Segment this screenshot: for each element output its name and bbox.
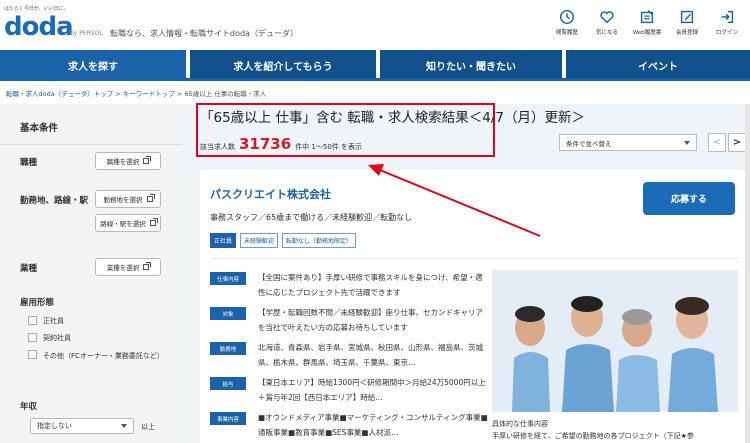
job-type-label: 職種 xyxy=(20,158,38,168)
photo-caption: 具体的な仕事内容 手厚い研修を経て、ご希望の勤務地の各プロジェクト（下記★参 xyxy=(492,420,694,440)
nav-register[interactable]: 会員登録 xyxy=(668,8,706,42)
checkbox[interactable] xyxy=(28,316,37,325)
staff-photo-illustration xyxy=(492,270,738,412)
external-link-icon xyxy=(143,156,152,164)
detail-row: 仕事内容 【全国に案件あり】手厚い研修で事務スキルを身につけ、希望・適性に応じた… xyxy=(210,270,490,300)
tab-get-introduced[interactable]: 求人を紹介してもらう xyxy=(186,50,376,80)
tag: 未経験歓迎 xyxy=(240,233,279,248)
employment-option[interactable]: 正社員 xyxy=(28,316,64,326)
main-tabs: 求人を探す 求人を紹介してもらう 知りたい・聞きたい イベント xyxy=(0,50,750,80)
detail-row: 対象 【学歴・転職回数不問／未経験歓迎】座り仕事、セカンドキャリアを当社で叶えた… xyxy=(210,305,490,335)
breadcrumb: 転職・求人doda（デューダ）トップ > キーワードトップ > 65歳以上 仕事… xyxy=(6,90,267,98)
tab-learn[interactable]: 知りたい・聞きたい xyxy=(376,50,562,80)
tagline: はたらく今日が、いい日に。 xyxy=(4,6,69,12)
external-link-icon xyxy=(149,218,158,226)
tab-underline xyxy=(0,78,750,81)
site-header: はたらく今日が、いい日に。 doda by PERSOL 転職なら、求人情報・転… xyxy=(0,0,750,50)
prev-page-button[interactable]: < xyxy=(708,133,726,152)
login-icon xyxy=(721,10,734,24)
annotation-highlight-box xyxy=(196,103,495,157)
breadcrumb-keyword[interactable]: キーワードトップ xyxy=(123,90,175,98)
tag: 正社員 xyxy=(210,233,237,248)
chevron-down-icon xyxy=(121,424,127,428)
location-button[interactable]: 勤務地を選択 xyxy=(95,190,161,208)
industry-button[interactable]: 業種を選択 xyxy=(95,258,161,276)
checkbox[interactable] xyxy=(28,333,37,342)
site-description: 転職なら、求人情報・転職サイトdoda（デューダ） xyxy=(110,29,298,38)
company-name[interactable]: パスクリエイト株式会社 xyxy=(210,186,331,202)
resume-icon xyxy=(640,10,654,24)
chevron-down-icon xyxy=(684,141,690,145)
employment-option[interactable]: その他（FCオーナー・業務委託など） xyxy=(28,350,168,362)
nav-resume[interactable]: Web履歴書 xyxy=(628,8,666,42)
sidebar-title: 基本条件 xyxy=(20,123,59,134)
salary-label: 年収 xyxy=(20,402,38,412)
history-icon xyxy=(559,9,575,25)
industry-label: 業種 xyxy=(20,264,38,274)
checkbox[interactable] xyxy=(28,350,37,359)
external-link-icon xyxy=(146,194,155,202)
breadcrumb-current: 65歳以上 仕事の転職・求人 xyxy=(184,90,267,98)
job-card: パスクリエイト株式会社 事務スタッフ／65歳まで働ける／未経験歓迎／転勤なし 正… xyxy=(200,170,750,443)
breadcrumb-top[interactable]: 転職・求人doda（デューダ）トップ xyxy=(6,90,113,98)
employment-label: 雇用形態 xyxy=(20,298,55,308)
salary-select[interactable]: 指定しない xyxy=(30,418,134,434)
header-nav: 閲覧履歴 気になる Web履歴書 会員登録 ログイン xyxy=(546,8,746,42)
location-label: 勤務地、路線・駅 xyxy=(20,196,89,206)
detail-row: 勤務地 北海道、青森県、岩手県、宮城県、秋田県、山形県、福島県、茨城県、栃木県、… xyxy=(210,340,490,370)
apply-button[interactable]: 応募する xyxy=(643,182,735,215)
nav-history[interactable]: 閲覧履歴 xyxy=(548,8,586,42)
register-icon xyxy=(680,10,694,24)
employment-option[interactable]: 契約社員 xyxy=(28,333,71,343)
next-page-button[interactable]: > xyxy=(728,133,746,152)
sidebar-filters: 基本条件 職種 職種を選択 勤務地、路線・駅 勤務地を選択 路線・駅を選択 業種… xyxy=(0,104,182,443)
detail-row: 給与 【東日本エリア】時給1300円＜研修期間中＞月給24万5000円以上＋賞与… xyxy=(210,375,490,405)
station-button[interactable]: 路線・駅を選択 xyxy=(95,214,161,232)
persol-logo: by PERSOL xyxy=(70,30,103,37)
job-photo xyxy=(492,270,738,412)
job-title[interactable]: 事務スタッフ／65歳まで働ける／未経験歓迎／転勤なし xyxy=(210,212,412,223)
tab-events[interactable]: イベント xyxy=(562,50,750,80)
tab-search-jobs[interactable]: 求人を探す xyxy=(0,50,186,80)
detail-row: 事業内容 ■オウンドメディア事業■マーケティング・コンサルティング事業■通販事業… xyxy=(210,410,490,440)
doda-logo[interactable]: doda xyxy=(4,12,74,42)
job-type-button[interactable]: 職種を選択 xyxy=(95,152,161,170)
nav-login[interactable]: ログイン xyxy=(708,8,746,42)
heart-icon xyxy=(600,11,614,24)
external-link-icon xyxy=(143,262,152,270)
job-tags: 正社員 未経験歓迎 転勤なし（勤務地限定） xyxy=(210,233,360,248)
salary-suffix: 以上 xyxy=(141,423,155,431)
scrollbar[interactable] xyxy=(745,104,750,443)
nav-favorites[interactable]: 気になる xyxy=(588,8,626,42)
tag: 転勤なし（勤務地限定） xyxy=(282,233,357,248)
sort-select[interactable]: 条件で並べ替え xyxy=(559,134,697,151)
